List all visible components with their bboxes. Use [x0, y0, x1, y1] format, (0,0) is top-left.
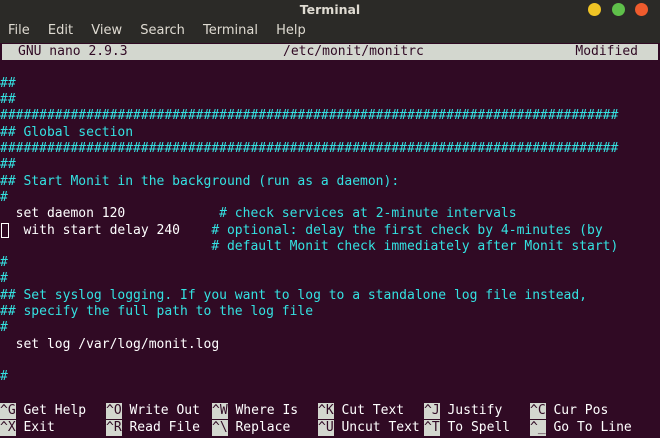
shortcut-justify[interactable]: ^J Justify	[424, 403, 502, 419]
editor-line: ##	[0, 92, 16, 107]
shortcut-to-spell[interactable]: ^T To Spell	[424, 420, 510, 436]
menu-help[interactable]: Help	[276, 19, 306, 43]
shortcut-write-out[interactable]: ^O Write Out	[106, 403, 200, 419]
editor-line: ## specify the full path to the log file	[0, 304, 314, 319]
editor-line: #	[0, 190, 8, 205]
editor-line: ########################################…	[0, 141, 619, 156]
terminal-area[interactable]: GNU nano 2.9.3 /etc/monit/monitrc Modifi…	[0, 43, 660, 438]
window-title: Terminal	[299, 2, 361, 17]
shortcut-go-to-line[interactable]: ^_ Go To Line	[530, 420, 632, 436]
menu-search[interactable]: Search	[140, 19, 185, 43]
minimize-button[interactable]	[588, 3, 602, 16]
shortcut-get-help[interactable]: ^G Get Help	[0, 403, 86, 419]
editor-line: #	[0, 369, 8, 384]
shortcut-cur-pos[interactable]: ^C Cur Pos	[530, 403, 608, 419]
text-cursor	[1, 223, 9, 238]
editor-line: ##	[0, 76, 16, 91]
editor-line: # default Monit check immediately after …	[0, 239, 619, 254]
editor-line: ## Start Monit in the background (run as…	[0, 174, 400, 189]
nano-header: GNU nano 2.9.3 /etc/monit/monitrc Modifi…	[2, 44, 658, 60]
shortcut-cut-text[interactable]: ^K Cut Text	[318, 403, 404, 419]
editor-line: #	[0, 320, 8, 335]
shortcut-replace[interactable]: ^\ Replace	[212, 420, 290, 436]
shortcut-read-file[interactable]: ^R Read File	[106, 420, 200, 436]
shortcut-where-is[interactable]: ^W Where Is	[212, 403, 298, 419]
shortcut-row-2: ^X Exit ^R Read File ^\ Replace ^U Uncut…	[0, 420, 660, 436]
window-controls	[582, 3, 648, 16]
nano-version: GNU nano 2.9.3	[18, 44, 128, 59]
modified-status: Modified	[575, 44, 638, 59]
shortcut-exit[interactable]: ^X Exit	[0, 420, 55, 436]
shortcut-row-1: ^G Get Help ^O Write Out ^W Where Is ^K …	[0, 403, 660, 419]
title-bar: Terminal	[0, 0, 660, 19]
editor-line-mixed: set daemon 120 # check services at 2-min…	[0, 206, 517, 221]
editor-line: ########################################…	[0, 108, 619, 123]
menu-view[interactable]: View	[91, 19, 122, 43]
menu-edit[interactable]: Edit	[48, 19, 73, 43]
editor-line: #	[0, 255, 8, 270]
file-path: /etc/monit/monitrc	[283, 44, 424, 59]
close-button[interactable]	[635, 3, 648, 16]
terminal-window: Terminal File Edit View Search Terminal …	[0, 0, 660, 438]
shortcut-uncut-text[interactable]: ^U Uncut Text	[318, 420, 420, 436]
editor-line: ## Set syslog logging. If you want to lo…	[0, 288, 587, 303]
editor-line: #	[0, 271, 8, 286]
maximize-button[interactable]	[611, 3, 625, 16]
editor-line: ## Global section	[0, 125, 134, 140]
menu-terminal[interactable]: Terminal	[203, 19, 258, 43]
editor-line: ##	[0, 157, 16, 172]
menu-file[interactable]: File	[8, 19, 30, 43]
editor-line-mixed: with start delay 240 # optional: delay t…	[0, 223, 603, 238]
menu-bar: File Edit View Search Terminal Help	[0, 19, 660, 43]
editor-line: set log /var/log/monit.log	[0, 337, 220, 352]
